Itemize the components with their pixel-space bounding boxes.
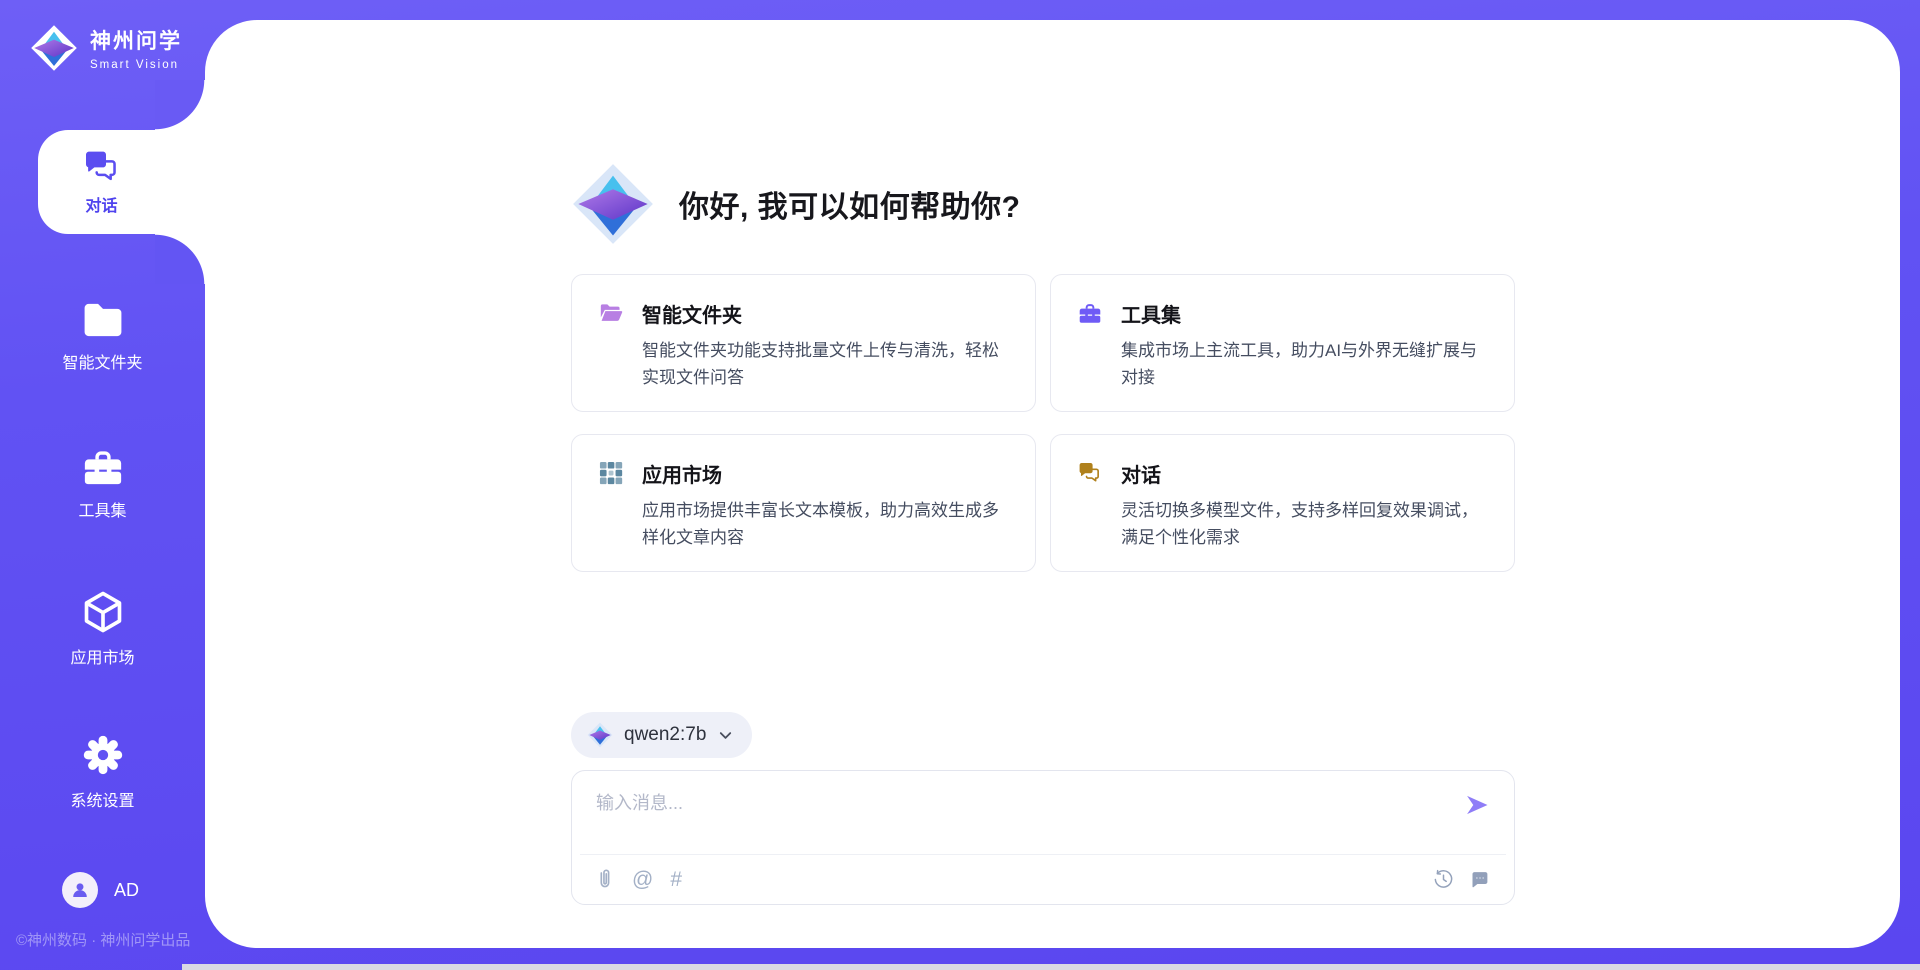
card-body: 智能文件夹 智能文件夹功能支持批量文件上传与清洗，轻松实现文件问答 [642,299,1009,391]
message-input[interactable] [572,771,1514,854]
sidebar-item-label: 对话 [85,192,117,216]
folder-open-icon [598,300,624,326]
model-selector-row: qwen2:7b [571,712,1515,758]
card-body: 应用市场 应用市场提供丰富长文本模板，助力高效生成多样化文章内容 [642,459,1009,551]
brand-diamond-icon [30,24,78,72]
card-app-market[interactable]: 应用市场 应用市场提供丰富长文本模板，助力高效生成多样化文章内容 [571,434,1036,572]
send-icon [1463,791,1491,819]
model-selector[interactable]: qwen2:7b [571,712,752,758]
toolbox-icon [1077,300,1103,326]
feedback-icon [1469,869,1490,890]
card-description: 智能文件夹功能支持批量文件上传与清洗，轻松实现文件问答 [642,337,1009,391]
user-profile[interactable]: AD [62,872,139,908]
sidebar-item-chat-inner: 对话 [38,130,205,234]
app-title: 神州问学 [90,25,182,55]
sidebar-item-label: 工具集 [78,497,126,521]
sidebar-item-label: 智能文件夹 [62,349,142,373]
card-title: 工具集 [1121,299,1488,328]
grid-icon [598,460,624,486]
card-description: 灵活切换多模型文件，支持多样回复效果调试，满足个性化需求 [1121,497,1488,551]
send-button[interactable] [1462,791,1492,821]
tab-curve-bottom [155,234,205,284]
sidebar-item-app-market[interactable]: 应用市场 [0,589,205,668]
chat-icon [1077,460,1103,486]
page-root: { "app": { "title": "神州问学", "subtitle": … [0,0,1920,970]
composer-toolbar-right [1433,869,1490,890]
user-name: AD [114,880,139,901]
sidebar-item-chat[interactable]: 对话 [38,130,205,234]
main-content: 你好, 我可以如何帮助你? 智能文件夹 智能文件夹功能支持批量文件上传与清洗，轻… [571,20,1515,948]
user-icon [69,879,91,901]
card-chat[interactable]: 对话 灵活切换多模型文件，支持多样回复效果调试，满足个性化需求 [1050,434,1515,572]
assistant-diamond-icon [571,162,655,246]
card-toolset[interactable]: 工具集 集成市场上主流工具，助力AI与外界无缝扩展与对接 [1050,274,1515,412]
brand-logo: 神州问学 Smart Vision [30,24,182,72]
app-subtitle: Smart Vision [90,59,182,71]
feedback-button[interactable] [1469,869,1490,890]
sidebar-item-smart-folder[interactable]: 智能文件夹 [0,300,205,373]
card-description: 应用市场提供丰富长文本模板，助力高效生成多样化文章内容 [642,497,1009,551]
attach-button[interactable] [596,869,615,890]
card-smart-folder[interactable]: 智能文件夹 智能文件夹功能支持批量文件上传与清洗，轻松实现文件问答 [571,274,1036,412]
chat-icon [82,149,122,185]
gear-icon [79,732,127,778]
history-icon [1433,869,1454,890]
tab-curve-top [155,80,205,130]
toolbox-icon [80,446,126,488]
message-composer: @ # [571,770,1515,905]
card-title: 应用市场 [642,459,1009,488]
card-body: 工具集 集成市场上主流工具，助力AI与外界无缝扩展与对接 [1121,299,1488,391]
attachment-icon [596,869,615,890]
horizontal-scrollbar[interactable] [182,964,1920,970]
model-name: qwen2:7b [624,724,706,746]
spacer [571,572,1515,712]
feature-cards: 智能文件夹 智能文件夹功能支持批量文件上传与清洗，轻松实现文件问答 工具集 [571,274,1515,572]
sidebar-item-toolset[interactable]: 工具集 [0,446,205,521]
hashtag-icon[interactable]: # [670,869,682,890]
card-title: 对话 [1121,459,1488,488]
model-diamond-icon [587,722,613,748]
card-description: 集成市场上主流工具，助力AI与外界无缝扩展与对接 [1121,337,1488,391]
sidebar-item-label: 系统设置 [70,787,134,811]
composer-toolbar: @ # [580,854,1506,904]
card-body: 对话 灵活切换多模型文件，支持多样回复效果调试，满足个性化需求 [1121,459,1488,551]
sidebar: 神州问学 Smart Vision 对话 智能文件夹 [0,0,205,970]
sidebar-item-label: 应用市场 [70,644,134,668]
chevron-down-icon [717,727,734,744]
avatar [62,872,98,908]
greeting-block: 你好, 我可以如何帮助你? [571,162,1515,246]
sidebar-item-settings[interactable]: 系统设置 [0,732,205,811]
cube-icon [79,589,127,635]
card-title: 智能文件夹 [642,299,1009,328]
mention-icon[interactable]: @ [632,869,653,890]
history-button[interactable] [1433,869,1454,890]
folder-icon [80,300,126,340]
greeting-title: 你好, 我可以如何帮助你? [679,182,1021,226]
copyright-footer: ©神州数码 · 神州问学出品 [16,929,190,950]
brand-text: 神州问学 Smart Vision [90,25,182,71]
main-panel: 你好, 我可以如何帮助你? 智能文件夹 智能文件夹功能支持批量文件上传与清洗，轻… [205,20,1900,948]
